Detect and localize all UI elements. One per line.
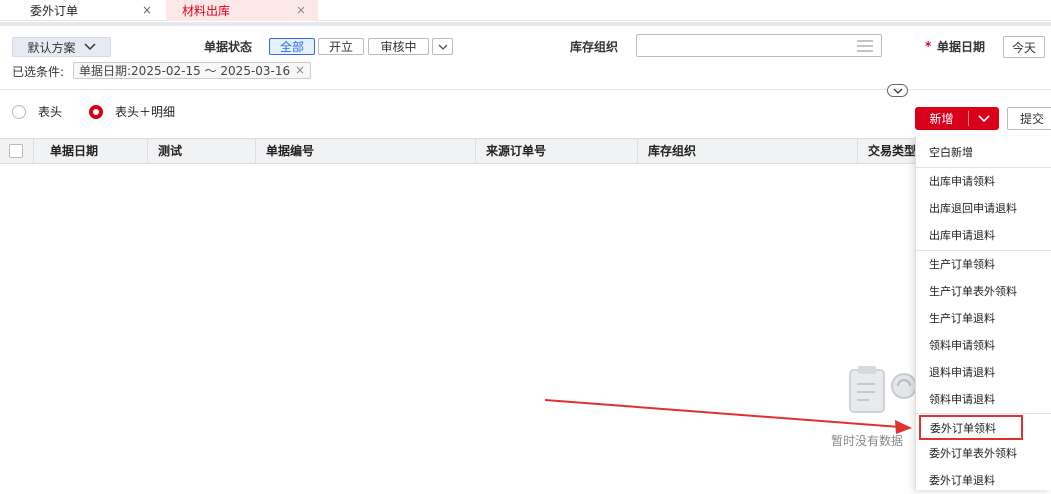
menu-item-pick-apply-pick[interactable]: 领料申请领料 — [916, 332, 1051, 359]
tab-label: 材料出库 — [182, 4, 231, 18]
menu-item-issue-apply-pick[interactable]: 出库申请领料 — [916, 168, 1051, 195]
list-icon[interactable] — [857, 40, 873, 52]
status-reviewing-label: 审核中 — [380, 40, 417, 54]
status-all-button[interactable]: 全部 — [269, 38, 315, 55]
column-header-source-order[interactable]: 来源订单号 — [476, 139, 638, 163]
new-button-group: 新增 — [915, 107, 999, 130]
new-button-label: 新增 — [929, 112, 954, 126]
date-today-button[interactable]: 今天 — [1003, 36, 1045, 58]
radio-circle — [12, 104, 26, 119]
chevron-down-icon — [83, 43, 96, 51]
status-label: 单据状态 — [204, 40, 253, 54]
status-all-label: 全部 — [279, 40, 304, 54]
submit-button[interactable]: 提交 — [1007, 107, 1051, 130]
menu-item-blank-new[interactable]: 空白新增 — [916, 139, 1051, 166]
empty-text: 暂时没有数据 — [831, 434, 904, 448]
tab-label: 委外订单 — [30, 4, 79, 18]
org-input[interactable] — [636, 34, 882, 57]
close-icon[interactable]: × — [296, 3, 306, 17]
empty-data-icon — [849, 366, 917, 413]
radio-header[interactable]: 表头 — [12, 103, 62, 120]
required-mark: * — [925, 39, 932, 53]
column-header-transaction-type[interactable]: 交易类型 — [858, 139, 918, 163]
collapse-toggle[interactable] — [887, 84, 908, 97]
menu-item-outsourcing-order-extra-pick[interactable]: 委外订单表外领料 — [916, 440, 1051, 467]
close-icon[interactable]: × — [295, 63, 305, 77]
column-header-date[interactable]: 单据日期 — [40, 139, 148, 163]
divider — [916, 413, 1051, 414]
chevron-down-icon — [893, 88, 902, 94]
radio-circle-selected — [89, 104, 103, 119]
date-today-label: 今天 — [1011, 40, 1036, 55]
menu-item-production-order-return[interactable]: 生产订单退料 — [916, 305, 1051, 332]
new-button[interactable]: 新增 — [915, 107, 968, 130]
chevron-down-icon — [438, 44, 447, 50]
select-all-checkbox[interactable] — [9, 144, 23, 158]
menu-item-pick-apply-return[interactable]: 领料申请退料 — [916, 386, 1051, 413]
new-dropdown-toggle[interactable] — [969, 107, 999, 130]
tab-bar: 委外订单 × 材料出库 × — [0, 0, 1051, 21]
menu-item-outsourcing-order-pick[interactable]: 委外订单领料 — [919, 415, 1023, 440]
scheme-dropdown[interactable]: 默认方案 — [12, 37, 111, 57]
column-header-org[interactable]: 库存组织 — [638, 139, 858, 163]
tab-material-issue[interactable]: 材料出库 × — [166, 0, 318, 21]
tab-outsourcing-order[interactable]: 委外订单 × — [0, 0, 164, 21]
new-dropdown-menu: 空白新增 出库申请领料 出库退回申请退料 出库申请退料 生产订单领料 生产订单表… — [915, 136, 1051, 490]
radio-header-detail[interactable]: 表头＋明细 — [89, 103, 175, 120]
menu-item-production-order-extra-pick[interactable]: 生产订单表外领料 — [916, 278, 1051, 305]
status-open-label: 开立 — [328, 40, 353, 54]
submit-label: 提交 — [1019, 112, 1044, 126]
radio-header-label: 表头 — [38, 105, 63, 119]
org-label: 库存组织 — [570, 40, 619, 54]
chevron-down-icon — [978, 115, 990, 122]
divider — [0, 22, 1051, 26]
status-open-button[interactable]: 开立 — [318, 38, 364, 55]
menu-item-issue-return-apply-return[interactable]: 出库退回申请退料 — [916, 195, 1051, 222]
selected-conditions-label: 已选条件: — [12, 65, 65, 79]
column-header-test[interactable]: 测试 — [148, 139, 256, 163]
close-icon[interactable]: × — [142, 3, 152, 17]
status-reviewing-button[interactable]: 审核中 — [368, 38, 429, 55]
condition-chip[interactable]: 单据日期:2025-02-15 ～ 2025-03-16 × — [73, 62, 311, 79]
column-header-doc-no[interactable]: 单据编号 — [256, 139, 476, 163]
table-header: 单据日期 测试 单据编号 来源订单号 库存组织 交易类型 — [0, 138, 1051, 164]
scheme-label: 默认方案 — [27, 40, 76, 55]
menu-item-return-apply-return[interactable]: 退料申请退料 — [916, 359, 1051, 386]
radio-header-detail-label: 表头＋明细 — [115, 105, 176, 119]
column-divider — [33, 139, 34, 163]
menu-item-issue-apply-return[interactable]: 出库申请退料 — [916, 222, 1051, 249]
date-label: 单据日期 — [937, 40, 986, 54]
condition-chip-text: 单据日期:2025-02-15 ～ 2025-03-16 — [79, 64, 291, 78]
menu-item-production-order-pick[interactable]: 生产订单领料 — [916, 251, 1051, 278]
status-more-button[interactable] — [432, 38, 453, 55]
